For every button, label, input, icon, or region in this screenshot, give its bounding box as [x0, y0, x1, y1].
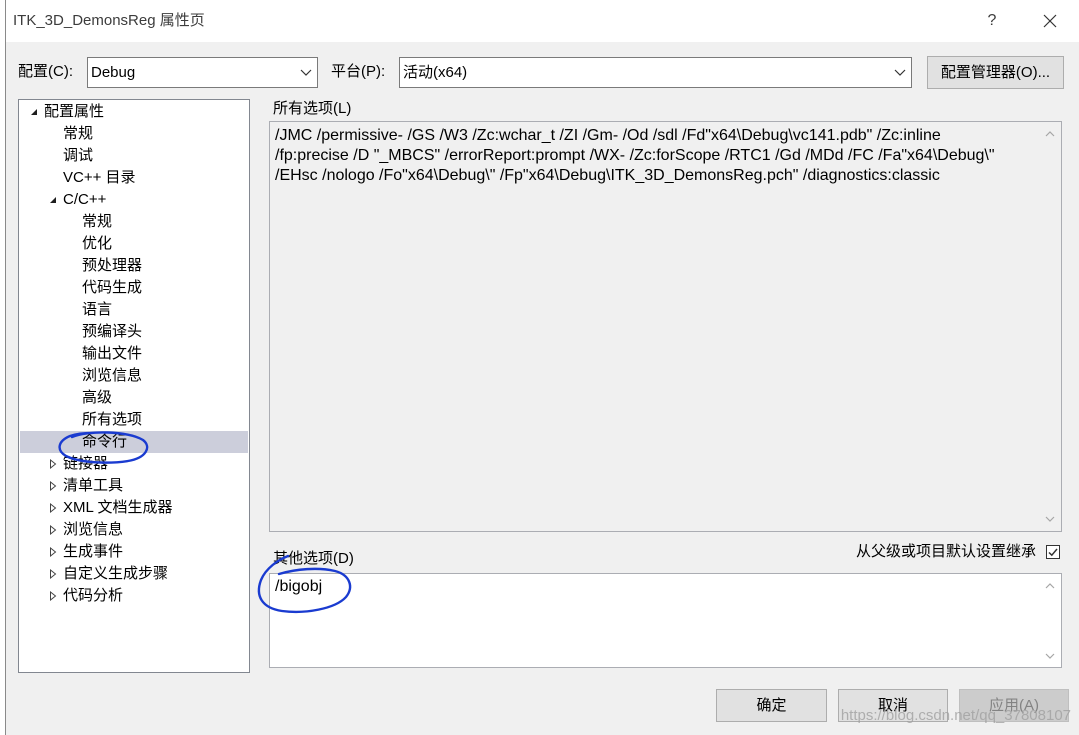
- tree-item-build-events[interactable]: 生成事件: [20, 541, 248, 563]
- tree-item-custom-build-step[interactable]: 自定义生成步骤: [20, 563, 248, 585]
- property-pages-dialog: ITK_3D_DemonsReg 属性页 ? 配置(C): Debug 平台(P…: [5, 0, 1079, 735]
- all-options-label: 所有选项(L): [273, 100, 352, 117]
- tree-item-code-analysis[interactable]: 代码分析: [20, 585, 248, 607]
- tree-item-label: 浏览信息: [82, 367, 143, 384]
- tree-item-label: 命令行: [82, 433, 128, 450]
- all-options-line: /fp:precise /D "_MBCS" /errorReport:prom…: [275, 147, 995, 164]
- tree-item-label: 语言: [82, 301, 113, 318]
- tree-item-label: 代码生成: [82, 279, 143, 296]
- other-options-label: 其他选项(D): [273, 550, 354, 567]
- config-dropdown-value: Debug: [91, 64, 136, 81]
- tree-item-label: 生成事件: [63, 543, 124, 560]
- tree-item-cpp-command-line[interactable]: 命令行: [20, 431, 248, 453]
- help-button[interactable]: ?: [984, 11, 1000, 31]
- scroll-up-arrow-icon[interactable]: [1045, 131, 1055, 137]
- all-options-textbox[interactable]: /JMC /permissive- /GS /W3 /Zc:wchar_t /Z…: [269, 121, 1062, 532]
- ok-button[interactable]: 确定: [716, 689, 827, 722]
- tree-item-label: 配置属性: [44, 103, 105, 120]
- tree-item-label: 常规: [82, 213, 113, 230]
- tree-item-label: XML 文档生成器: [63, 499, 173, 516]
- tree-item-c-cpp[interactable]: C/C++: [20, 189, 248, 211]
- tree-item-label: 代码分析: [63, 587, 124, 604]
- inherit-checkbox-row[interactable]: 从父级或项目默认设置继承: [855, 542, 1060, 560]
- all-options-line: /EHsc /nologo /Fo"x64\Debug\" /Fp"x64\De…: [275, 167, 940, 184]
- tree-item-manifest-tool[interactable]: 清单工具: [20, 475, 248, 497]
- expanded-triangle-icon[interactable]: [30, 108, 38, 116]
- tree-item-label: 浏览信息: [63, 521, 124, 538]
- tree-item-cpp-precompiled-headers[interactable]: 预编译头: [20, 321, 248, 343]
- other-options-scrollbar[interactable]: [1039, 574, 1061, 667]
- config-dropdown[interactable]: Debug: [87, 57, 318, 88]
- tree-item-general[interactable]: 常规: [20, 123, 248, 145]
- tree-item-cpp-all-options[interactable]: 所有选项: [20, 409, 248, 431]
- config-label: 配置(C):: [18, 63, 73, 80]
- other-options-input[interactable]: /bigobj: [270, 574, 1040, 667]
- platform-dropdown-value: 活动(x64): [403, 64, 468, 81]
- tree-item-label: 输出文件: [82, 345, 143, 362]
- title-bar[interactable]: ITK_3D_DemonsReg 属性页 ?: [6, 0, 1079, 42]
- tree-item-label: 高级: [82, 389, 113, 406]
- tree-item-cpp-output-files[interactable]: 输出文件: [20, 343, 248, 365]
- checkmark-icon: [1048, 548, 1058, 556]
- platform-label: 平台(P):: [331, 63, 386, 80]
- tree-item-label: 预编译头: [82, 323, 143, 340]
- scroll-down-arrow-icon[interactable]: [1045, 516, 1055, 522]
- tree-item-debugging[interactable]: 调试: [20, 145, 248, 167]
- tree-item-cpp-general[interactable]: 常规: [20, 211, 248, 233]
- collapsed-triangle-icon[interactable]: [49, 525, 57, 535]
- chevron-down-icon: [300, 69, 312, 76]
- tree-item-cpp-advanced[interactable]: 高级: [20, 387, 248, 409]
- tree-item-label: 所有选项: [82, 411, 143, 428]
- tree-item-xml-document-generator[interactable]: XML 文档生成器: [20, 497, 248, 519]
- property-tree[interactable]: 配置属性 常规 调试 VC++ 目录 C/C++ 常规 优化 预处理器 代码生成…: [18, 99, 250, 673]
- tree-item-label: 预处理器: [82, 257, 143, 274]
- all-options-line: /JMC /permissive- /GS /W3 /Zc:wchar_t /Z…: [275, 127, 941, 144]
- inherit-checkbox[interactable]: [1046, 544, 1060, 559]
- tree-item-vc-directories[interactable]: VC++ 目录: [20, 167, 248, 189]
- tree-item-label: 常规: [63, 125, 94, 142]
- tree-item-label: C/C++: [63, 191, 107, 208]
- tree-item-cpp-optimization[interactable]: 优化: [20, 233, 248, 255]
- scroll-up-arrow-icon[interactable]: [1045, 583, 1055, 589]
- collapsed-triangle-icon[interactable]: [49, 459, 57, 469]
- config-manager-button[interactable]: 配置管理器(O)...: [927, 56, 1064, 89]
- window-title: ITK_3D_DemonsReg 属性页: [13, 12, 205, 29]
- collapsed-triangle-icon[interactable]: [49, 547, 57, 557]
- tree-item-label: 优化: [82, 235, 113, 252]
- close-icon[interactable]: [1043, 14, 1057, 28]
- tree-item-cpp-language[interactable]: 语言: [20, 299, 248, 321]
- all-options-scrollbar[interactable]: [1039, 122, 1061, 531]
- apply-button[interactable]: 应用(A): [959, 689, 1069, 722]
- collapsed-triangle-icon[interactable]: [49, 569, 57, 579]
- tree-item-configuration-properties[interactable]: 配置属性: [20, 101, 248, 123]
- expanded-triangle-icon[interactable]: [49, 196, 57, 204]
- collapsed-triangle-icon[interactable]: [49, 481, 57, 491]
- collapsed-triangle-icon[interactable]: [49, 591, 57, 601]
- tree-item-browse-information[interactable]: 浏览信息: [20, 519, 248, 541]
- collapsed-triangle-icon[interactable]: [49, 503, 57, 513]
- tree-item-cpp-code-generation[interactable]: 代码生成: [20, 277, 248, 299]
- tree-item-cpp-browse-information[interactable]: 浏览信息: [20, 365, 248, 387]
- other-options-box[interactable]: /bigobj: [269, 573, 1062, 668]
- chevron-down-icon: [894, 69, 906, 76]
- tree-item-label: 自定义生成步骤: [63, 565, 169, 582]
- tree-item-label: 链接器: [63, 455, 109, 472]
- scroll-down-arrow-icon[interactable]: [1045, 653, 1055, 659]
- tree-item-label: 调试: [63, 147, 94, 164]
- platform-dropdown[interactable]: 活动(x64): [399, 57, 912, 88]
- cancel-button[interactable]: 取消: [838, 689, 948, 722]
- inherit-label: 从父级或项目默认设置继承: [855, 542, 1036, 560]
- tree-item-cpp-preprocessor[interactable]: 预处理器: [20, 255, 248, 277]
- tree-item-label: VC++ 目录: [63, 169, 136, 186]
- tree-item-label: 清单工具: [63, 477, 124, 494]
- tree-item-linker[interactable]: 链接器: [20, 453, 248, 475]
